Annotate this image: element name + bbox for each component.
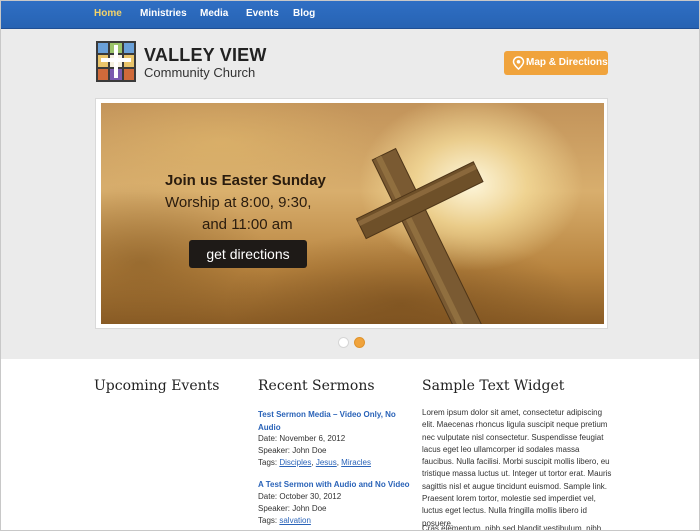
slide-line-3: and 11:00 am [202,216,293,233]
cross-image [355,147,487,324]
sermon-title-1-line2: Audio [258,423,281,432]
sermon-speaker-2: Speaker: John Doe [258,504,327,513]
recent-sermons-heading: Recent Sermons [258,378,375,394]
map-pin-icon [512,56,525,70]
widget-body-2: Cras elementum, nibh sed blandit vestibu… [422,524,602,531]
tags-label: Tags: [258,458,280,467]
nav-item-home[interactable]: Home [94,8,122,19]
hero-slide: Join us Easter Sunday Worship at 8:00, 9… [101,103,604,324]
page: Home Ministries Media Events Blog VALLEY… [0,0,700,531]
sermon-tags-1: Tags: Disciples, Jesus, Miracles [258,458,371,467]
hero-slider: Join us Easter Sunday Worship at 8:00, 9… [95,98,608,329]
nav-item-events[interactable]: Events [246,8,279,19]
sermon-date-1: Date: November 6, 2012 [258,434,346,443]
map-directions-button[interactable]: Map & Directions [504,51,608,75]
sermon-tags-2: Tags: salvation [258,515,311,527]
sermon-speaker-1: Speaker: John Doe [258,446,327,455]
tag-link[interactable]: Miracles [341,458,371,467]
get-directions-button[interactable]: get directions [189,240,307,268]
nav-item-blog[interactable]: Blog [293,8,315,19]
sermon-title-1-line1: Test Sermon Media – Video Only, No [258,410,396,419]
sermon-link-1[interactable]: Test Sermon Media – Video Only, No Audio [258,408,408,434]
sermon-date-2: Date: October 30, 2012 [258,492,342,501]
tags-label: Tags: [258,516,280,525]
nav-item-media[interactable]: Media [200,8,228,19]
content-area: Upcoming Events Recent Sermons Test Serm… [1,359,699,531]
tag-link[interactable]: Jesus [316,458,337,467]
map-directions-label: Map & Directions [526,57,608,68]
brand-name: VALLEY VIEW [144,45,267,65]
slide-headline: Join us Easter Sunday [165,172,326,189]
slider-dot-1[interactable] [338,337,349,348]
slider-dot-2[interactable] [354,337,365,348]
tag-link[interactable]: salvation [279,516,311,525]
tag-link[interactable]: Disciples [279,458,311,467]
widget-body: Lorem ipsum dolor sit amet, consectetur … [422,408,612,528]
sermon-link-2[interactable]: A Test Sermon with Audio and No Video [258,478,418,491]
church-logo-icon[interactable] [95,40,137,83]
top-nav: Home Ministries Media Events Blog [1,1,699,29]
nav-item-ministries[interactable]: Ministries [140,8,187,19]
slide-line-2: Worship at 8:00, 9:30, [165,194,312,211]
brand-subtitle: Community Church [144,65,256,80]
sample-widget-heading: Sample Text Widget [422,378,565,394]
upcoming-events-heading: Upcoming Events [94,378,220,394]
